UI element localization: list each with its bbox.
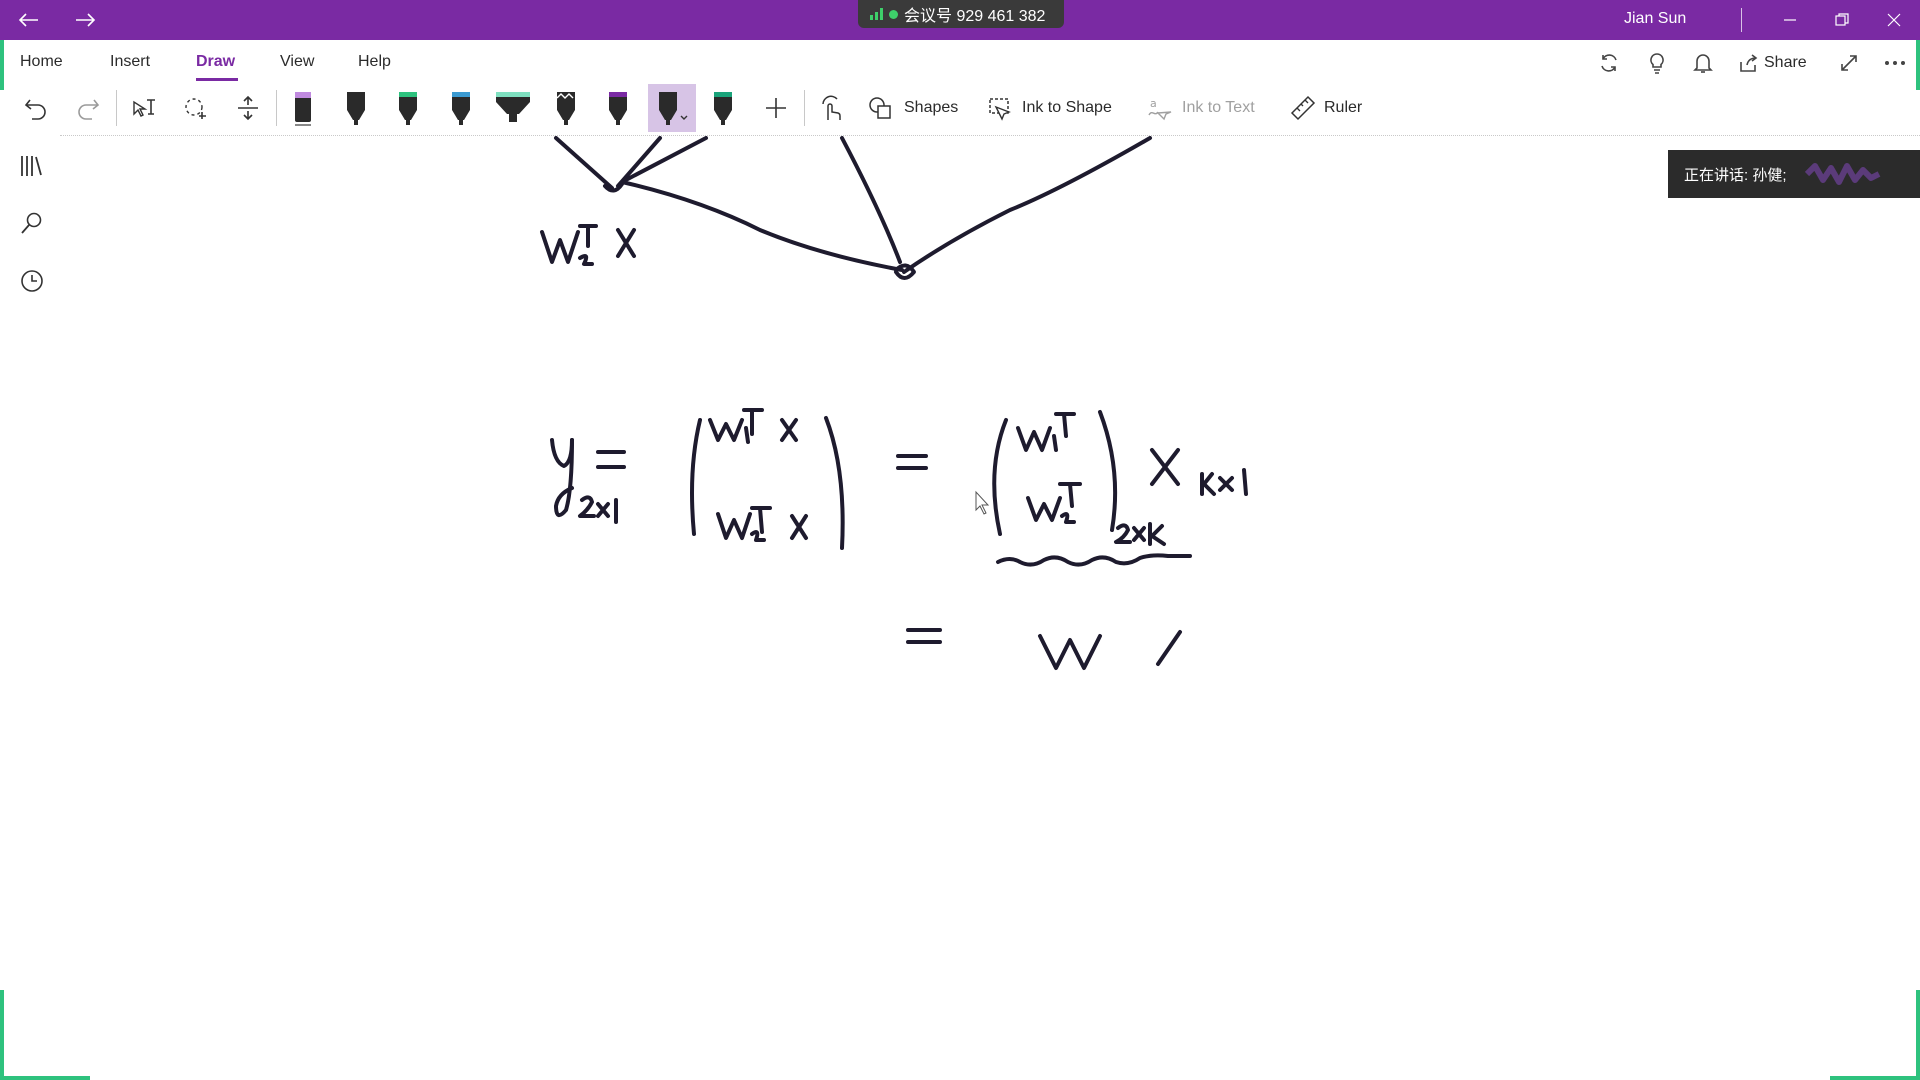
ruler-icon [1290, 95, 1316, 121]
lasso-select-icon[interactable] [178, 82, 214, 134]
pen-black-selected[interactable] [648, 84, 696, 132]
back-arrow-icon[interactable] [4, 0, 52, 40]
pen-teal[interactable] [703, 84, 743, 132]
eraser-pen[interactable] [283, 84, 323, 132]
expand-icon[interactable] [1834, 48, 1864, 78]
svg-text:a: a [1150, 97, 1157, 110]
tab-draw[interactable]: Draw [196, 53, 235, 71]
type-select-icon[interactable] [126, 82, 162, 134]
ribbon-tabs: Home Insert Draw View Help [0, 40, 1920, 82]
user-name[interactable]: Jian Sun [1624, 10, 1686, 28]
pen-black[interactable] [336, 84, 376, 132]
close-icon[interactable] [1870, 0, 1918, 40]
active-tab-indicator [196, 78, 238, 81]
add-space-icon[interactable] [230, 82, 266, 134]
toolbar-divider [116, 90, 117, 126]
touch-draw-icon[interactable] [812, 84, 852, 132]
more-options-icon[interactable] [1880, 48, 1910, 78]
signal-icon [870, 8, 883, 20]
tab-view[interactable]: View [280, 53, 314, 71]
mouse-cursor-icon [975, 490, 990, 515]
ink-to-text-button[interactable]: a Ink to Text [1146, 82, 1255, 134]
share-frame-corner [0, 1076, 90, 1080]
pen-blue[interactable] [441, 84, 481, 132]
ink-canvas[interactable] [0, 136, 1920, 1080]
highlighter-mint[interactable] [493, 84, 533, 132]
ink-to-shape-icon [989, 98, 1011, 121]
lightbulb-icon[interactable] [1642, 48, 1672, 78]
undo-icon[interactable] [18, 82, 54, 134]
tab-home[interactable]: Home [20, 53, 63, 71]
share-frame-corner [1830, 1076, 1920, 1080]
share-frame-corner [0, 990, 4, 1080]
title-bar: 会议号 929 461 382 Jian Sun [0, 0, 1920, 40]
pencil-black[interactable] [546, 84, 586, 132]
tab-insert[interactable]: Insert [110, 53, 150, 71]
share-frame-corner [0, 40, 4, 90]
toolbar-divider [276, 90, 277, 126]
ink-to-text-label: Ink to Text [1182, 99, 1255, 116]
minimize-icon[interactable] [1766, 0, 1814, 40]
titlebar-divider [1741, 8, 1742, 32]
ink-to-shape-label: Ink to Shape [1022, 99, 1112, 116]
meeting-id-label: 会议号 929 461 382 [904, 8, 1046, 25]
ink-to-shape-button[interactable]: Ink to Shape [986, 82, 1112, 134]
ruler-button[interactable]: Ruler [1290, 82, 1362, 134]
shapes-label: Shapes [904, 99, 959, 116]
forward-arrow-icon[interactable] [62, 0, 110, 40]
share-label: Share [1764, 54, 1807, 71]
share-icon [1740, 54, 1758, 72]
toolbar-divider [804, 90, 805, 126]
ink-to-text-icon: a [1148, 97, 1172, 121]
share-frame-corner [1916, 990, 1920, 1080]
shapes-button[interactable]: Shapes [868, 82, 958, 134]
tab-help[interactable]: Help [358, 53, 391, 71]
shapes-icon [869, 97, 891, 119]
pen-purple[interactable] [598, 84, 638, 132]
restore-icon[interactable] [1818, 0, 1866, 40]
redo-icon[interactable] [70, 82, 106, 134]
ruler-label: Ruler [1324, 99, 1363, 116]
bell-icon[interactable] [1688, 48, 1718, 78]
share-button[interactable]: Share [1738, 48, 1812, 78]
share-frame-corner [1916, 40, 1920, 90]
handwritten-ink [540, 136, 1248, 670]
connection-status-icon [889, 9, 898, 19]
meeting-id-pill[interactable]: 会议号 929 461 382 [858, 0, 1064, 28]
sync-icon[interactable] [1594, 48, 1624, 78]
add-pen-icon[interactable] [756, 84, 796, 132]
pen-green[interactable] [388, 84, 428, 132]
